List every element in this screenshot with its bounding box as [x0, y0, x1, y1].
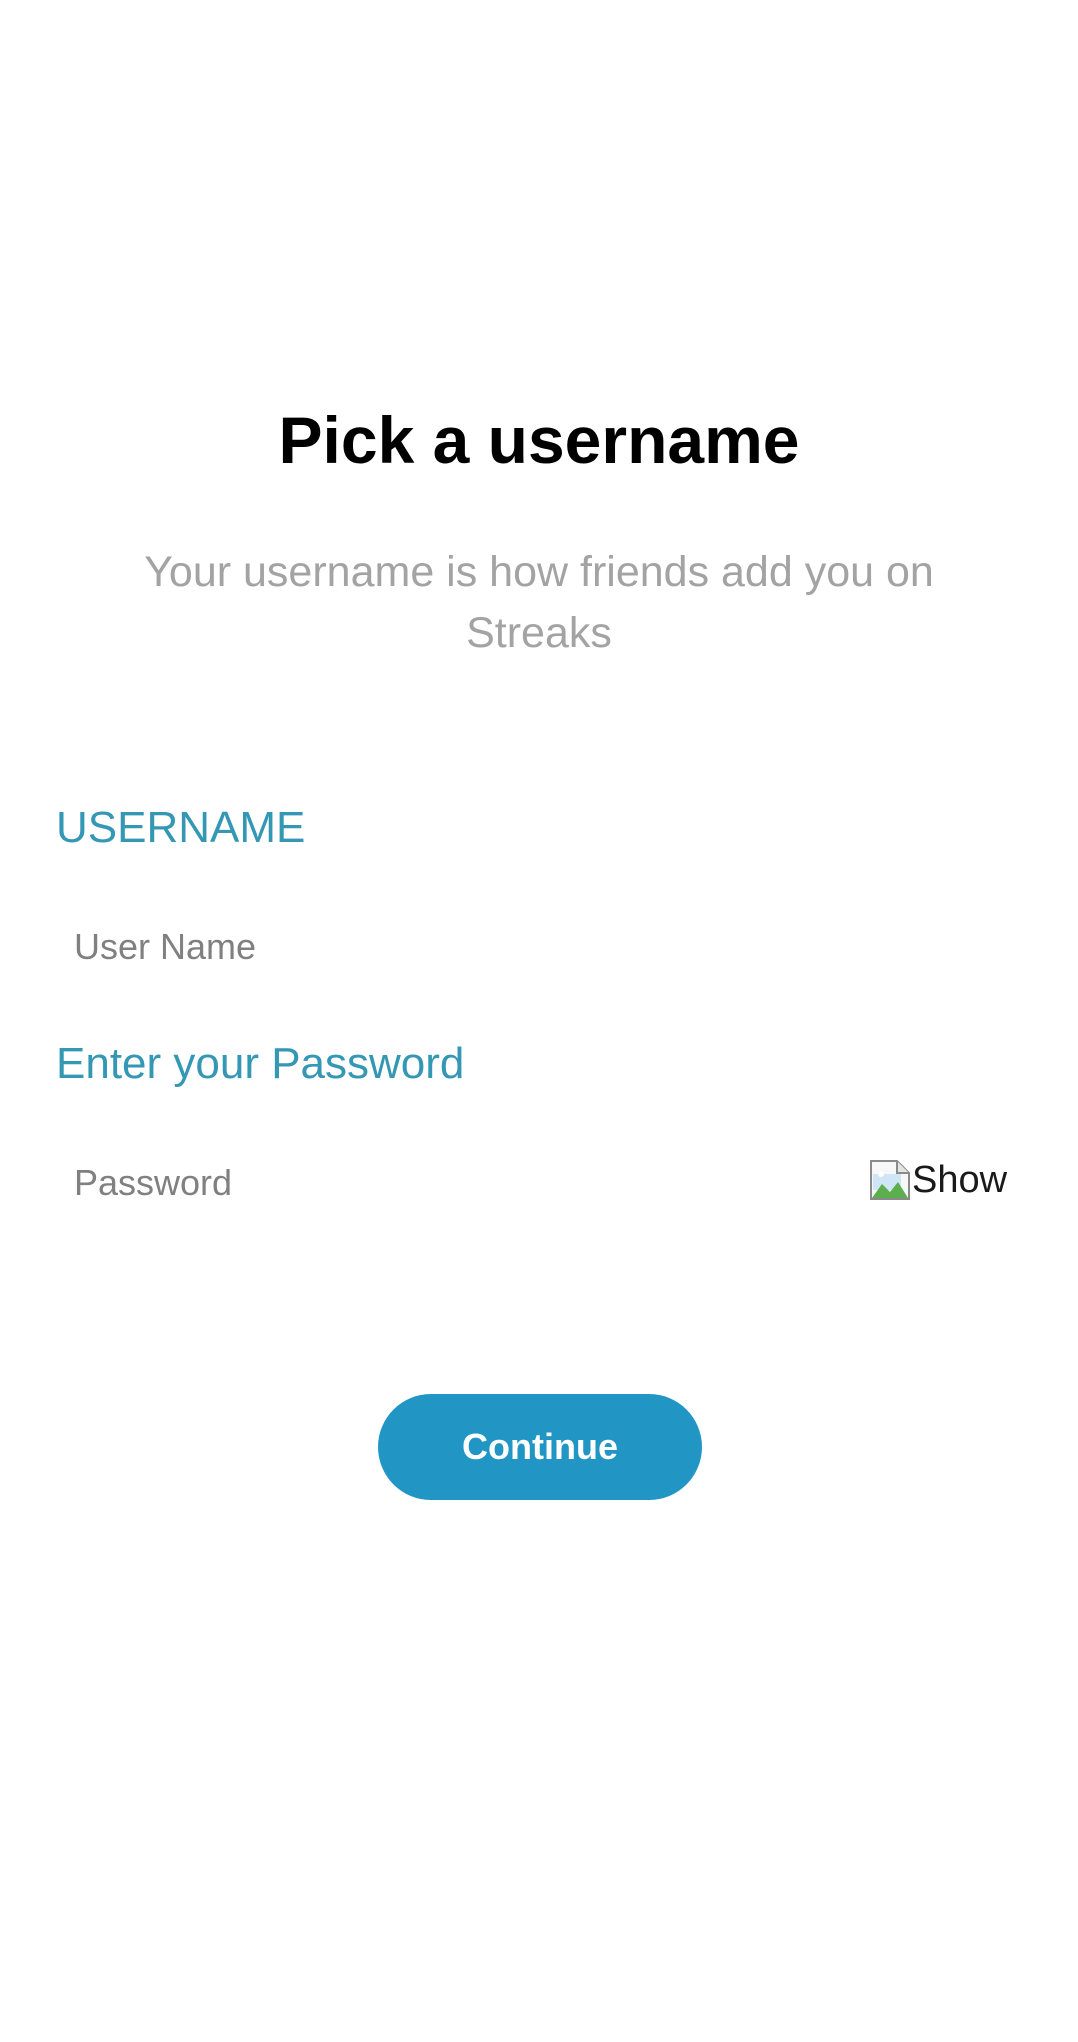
- page-title: Pick a username: [278, 403, 800, 477]
- show-password-label: Show: [912, 1159, 1008, 1201]
- broken-image-icon: [868, 1158, 912, 1202]
- password-input[interactable]: [56, 1147, 856, 1219]
- continue-button[interactable]: Continue: [378, 1394, 702, 1500]
- password-label: Enter your Password: [56, 1039, 465, 1088]
- show-password-toggle[interactable]: Show: [868, 1156, 1007, 1204]
- username-label: USERNAME: [56, 803, 306, 852]
- page-subtitle: Your username is how friends add you on …: [144, 548, 934, 657]
- username-input[interactable]: [56, 911, 1016, 983]
